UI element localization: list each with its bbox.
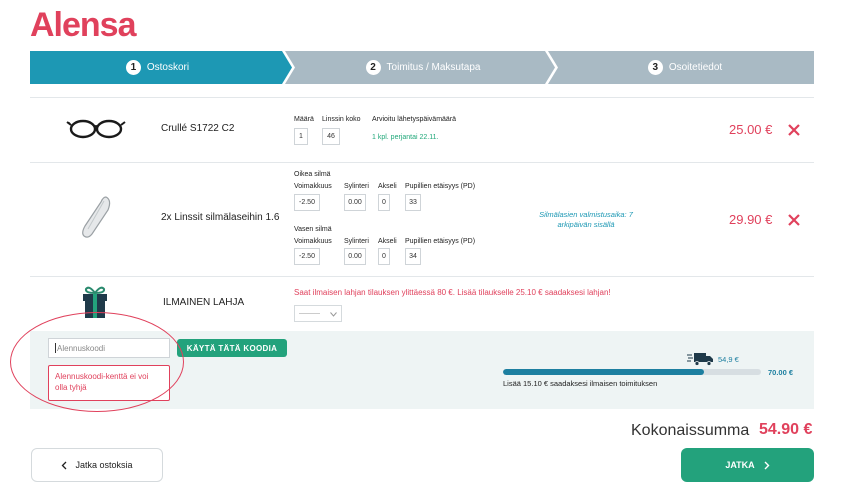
lens-size-field[interactable]: 46 bbox=[322, 128, 340, 145]
shipping-target: 70.00 € bbox=[768, 368, 794, 377]
right-pd-field[interactable]: 33 bbox=[405, 194, 421, 211]
total-value: 54.90 € bbox=[759, 421, 813, 438]
chevron-right-icon bbox=[764, 461, 770, 469]
header-pd: Pupillien etäisyys (PD) bbox=[405, 183, 476, 190]
header-axis: Akseli bbox=[378, 238, 397, 245]
ship-date-value: 1 kpl. perjantai 22.11. bbox=[372, 134, 439, 141]
alensa-logo[interactable]: Alensa bbox=[30, 6, 136, 45]
right-cylinder-field[interactable]: 0.00 bbox=[344, 194, 366, 211]
divider bbox=[30, 162, 814, 163]
item-1-name[interactable]: Crullé S1722 C2 bbox=[161, 123, 234, 134]
chevron-left-icon bbox=[62, 461, 67, 469]
apply-coupon-button[interactable]: KÄYTÄ TÄTÄ KOODIA bbox=[177, 339, 287, 357]
lens-size-label: Linssin koko bbox=[322, 116, 361, 123]
header-axis: Akseli bbox=[378, 183, 397, 190]
header-cylinder: Sylinteri bbox=[344, 238, 369, 245]
total-label: Kokonaissumma bbox=[631, 422, 750, 439]
qty-label: Määrä bbox=[294, 116, 314, 123]
manufacturing-note-line-2: arkipäivän sisällä bbox=[557, 220, 615, 229]
header-pd: Pupillien etäisyys (PD) bbox=[405, 238, 476, 245]
continue-label: JATKA bbox=[725, 460, 755, 470]
shipping-progress-fill bbox=[503, 369, 705, 375]
item-1-price: 25.00 € bbox=[729, 122, 773, 137]
header-power: Voimakkuus bbox=[294, 183, 332, 190]
continue-shopping-button[interactable]: Jatka ostoksia bbox=[31, 448, 163, 482]
ship-date-label: Arvioitu lähetyspäivämäärä bbox=[372, 116, 457, 123]
shipping-progress bbox=[503, 369, 761, 375]
right-power-field[interactable]: -2.50 bbox=[294, 194, 320, 211]
gift-label: ILMAINEN LAHJA bbox=[163, 297, 245, 308]
glasses-image bbox=[66, 119, 126, 139]
chevron-down-icon bbox=[330, 312, 337, 317]
continue-button[interactable]: JATKA bbox=[681, 448, 814, 482]
right-eye-label: Oikea silmä bbox=[294, 171, 331, 178]
divider bbox=[30, 276, 814, 277]
continue-shopping-label: Jatka ostoksia bbox=[75, 460, 133, 470]
step-1-number: 1 bbox=[125, 60, 141, 75]
remove-item-2-icon[interactable] bbox=[788, 214, 800, 226]
right-axis-field[interactable]: 0 bbox=[378, 194, 390, 211]
delivery-truck-icon bbox=[687, 353, 713, 366]
shipping-current: 54,9 € bbox=[718, 355, 739, 364]
left-cylinder-field[interactable]: 0.00 bbox=[344, 248, 366, 265]
left-power-field[interactable]: -2.50 bbox=[294, 248, 320, 265]
step-3-number: 3 bbox=[647, 60, 663, 75]
gift-message: Saat ilmaisen lahjan tilauksen ylittäess… bbox=[294, 288, 611, 297]
shipping-message: Lisää 15.10 € saadaksesi ilmaisen toimit… bbox=[503, 379, 658, 388]
gift-select-value: ——— bbox=[299, 310, 320, 317]
header-cylinder: Sylinteri bbox=[344, 183, 369, 190]
step-1-label: Ostoskori bbox=[146, 62, 190, 73]
left-eye-label: Vasen silmä bbox=[294, 226, 332, 233]
manufacturing-note-line-1: Silmälasien valmistusaika: 7 bbox=[539, 210, 633, 219]
item-2-price: 29.90 € bbox=[729, 212, 773, 227]
lens-image bbox=[82, 196, 111, 238]
highlight-circle bbox=[10, 312, 184, 412]
step-2-number: 2 bbox=[365, 60, 381, 75]
gift-select[interactable]: ——— bbox=[294, 305, 342, 322]
step-2-label: Toimitus / Maksutapa bbox=[386, 62, 481, 73]
left-axis-field[interactable]: 0 bbox=[378, 248, 390, 265]
step-2[interactable]: 2 Toimitus / Maksutapa bbox=[298, 51, 548, 84]
step-3-label: Osoitetiedot bbox=[668, 62, 723, 73]
divider bbox=[30, 97, 814, 98]
qty-field[interactable]: 1 bbox=[294, 128, 308, 145]
step-1[interactable]: 1 Ostoskori bbox=[30, 51, 285, 84]
step-3[interactable]: 3 Osoitetiedot bbox=[560, 51, 810, 84]
header-power: Voimakkuus bbox=[294, 238, 332, 245]
remove-item-1-icon[interactable] bbox=[788, 124, 800, 136]
left-pd-field[interactable]: 34 bbox=[405, 248, 421, 265]
item-2-name[interactable]: 2x Linssit silmälaseihin 1.6 bbox=[161, 212, 279, 223]
